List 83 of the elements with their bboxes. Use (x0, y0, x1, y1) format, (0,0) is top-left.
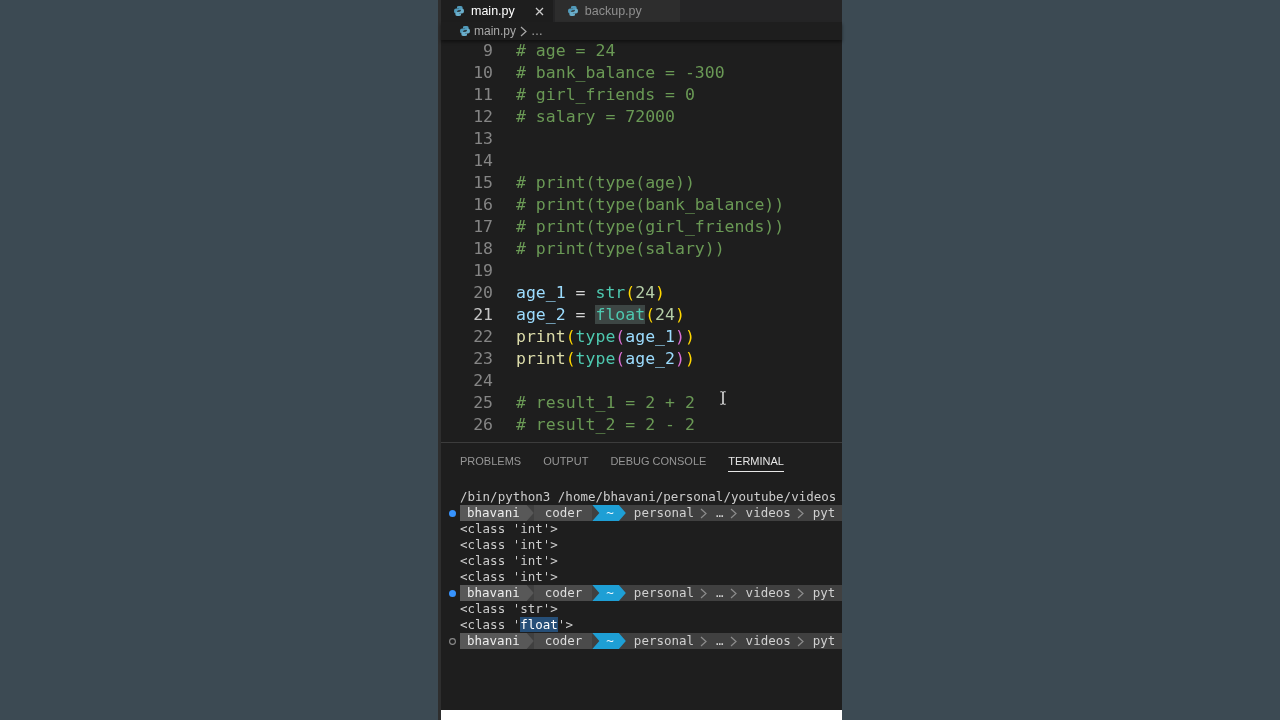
chevron-icon (729, 587, 737, 599)
line-number: 17 (472, 216, 493, 238)
code-line: print(type(age_2)) (516, 348, 695, 370)
line-number: 15 (472, 172, 493, 194)
line-number: 18 (472, 238, 493, 260)
line-number: 21 (472, 304, 493, 326)
line-number: 25 (472, 392, 493, 414)
line-number: 10 (472, 62, 493, 84)
path-label: videos (744, 633, 791, 649)
chevron-icon (700, 507, 708, 519)
code-line: age_1 = str(24) (516, 282, 666, 304)
code-line: # age = 24 (516, 40, 616, 62)
path-label: personal (632, 633, 695, 649)
prompt-segment: coder (533, 505, 593, 521)
prompt-segment: ~ (592, 505, 626, 521)
chevron-icon (796, 635, 804, 647)
prompt-segment: ~ (592, 633, 626, 649)
editor-tab[interactable]: backup.py (554, 0, 680, 22)
editor-tab[interactable]: main.py (441, 0, 553, 22)
close-icon[interactable] (534, 6, 544, 16)
line-number: 13 (472, 128, 493, 150)
prompt-segment: coder (533, 585, 593, 601)
path-label: pyt (811, 585, 836, 601)
code-line: # print(type(bank_balance)) (516, 194, 785, 216)
code-line: # print(type(girl_friends)) (516, 216, 785, 238)
chevron-icon (520, 25, 528, 37)
breadcrumb-item[interactable]: main.py (474, 22, 517, 40)
path-label: … (715, 633, 724, 649)
code-line: # result_2 = 2 - 2 (516, 414, 695, 436)
code-line: # result_1 = 2 + 2 (516, 392, 695, 414)
code-line: age_2 = float(24) (516, 304, 685, 326)
path-label: personal (632, 505, 695, 521)
panel-tab[interactable]: DEBUG CONSOLE (610, 455, 707, 472)
terminal-line: <class 'float'> (460, 617, 573, 633)
panel-tab[interactable]: PROBLEMS (460, 455, 522, 472)
code-line: # girl_friends = 0 (516, 84, 695, 106)
terminal-line: <class 'int'> (460, 569, 558, 585)
path-label: videos (744, 505, 791, 521)
code-line: # print(type(salary)) (516, 238, 725, 260)
prompt-segment: bhavani (460, 633, 534, 649)
line-number: 11 (472, 84, 493, 106)
path-label: … (715, 585, 724, 601)
line-number: 14 (472, 150, 493, 172)
line-number: 16 (472, 194, 493, 216)
chevron-icon (729, 507, 737, 519)
terminal-line: /bin/python3 /home/bhavani/personal/youtube/videos (460, 489, 837, 505)
chevron-icon (729, 635, 737, 647)
code-line: print(type(age_1)) (516, 326, 695, 348)
terminal-line: <class 'str'> (460, 601, 558, 617)
code-line: # print(type(age)) (516, 172, 695, 194)
panel-tab[interactable]: TERMINAL (728, 455, 784, 472)
terminal-line: <class 'int'> (460, 521, 558, 537)
file-type-icon (567, 6, 578, 16)
breadcrumb-item[interactable]: … (531, 22, 544, 40)
prompt-segment: ~ (592, 585, 626, 601)
line-number: 24 (472, 370, 493, 392)
file-type-icon (454, 6, 464, 16)
panel-tab[interactable]: OUTPUT (543, 455, 589, 472)
chevron-icon (700, 635, 708, 647)
code-line: # salary = 72000 (516, 106, 675, 128)
line-number: 9 (482, 40, 493, 62)
line-number: 20 (472, 282, 493, 304)
line-number: 26 (472, 414, 493, 436)
prompt-segment: bhavani (460, 505, 534, 521)
terminal-line: <class 'int'> (460, 553, 558, 569)
line-number: 12 (472, 106, 493, 128)
chevron-icon (796, 587, 804, 599)
line-number: 19 (472, 260, 493, 282)
terminal-line: <class 'int'> (460, 537, 558, 553)
code-line: # bank_balance = -300 (516, 62, 725, 84)
path-label: videos (744, 585, 791, 601)
path-label: pyt (811, 505, 836, 521)
chevron-icon (700, 587, 708, 599)
line-number: 22 (472, 326, 493, 348)
file-type-icon (460, 26, 470, 36)
prompt-segment: coder (533, 633, 593, 649)
text-cursor-icon (719, 390, 727, 406)
path-label: personal (632, 585, 695, 601)
line-number: 23 (472, 348, 493, 370)
prompt-segment: bhavani (460, 585, 534, 601)
chevron-icon (796, 507, 804, 519)
path-label: … (715, 505, 724, 521)
path-label: pyt (811, 633, 836, 649)
